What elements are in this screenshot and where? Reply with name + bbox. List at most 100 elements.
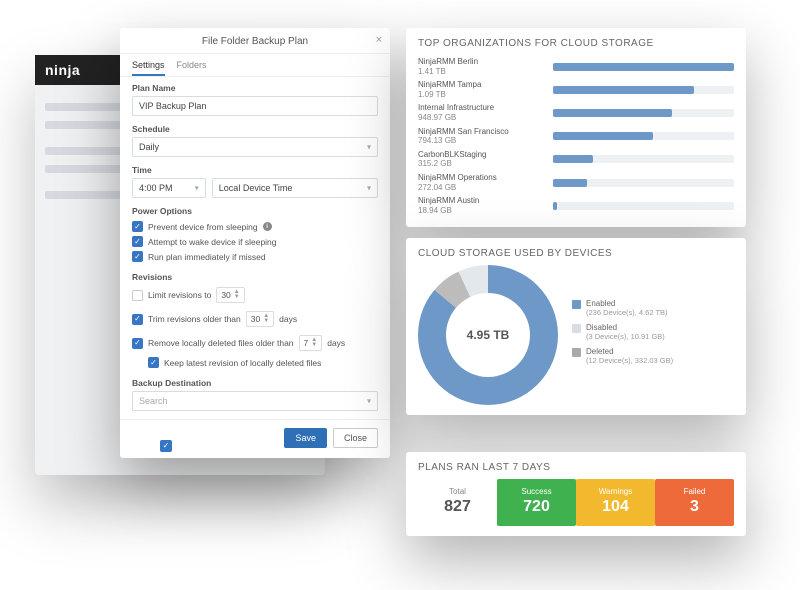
cloud-storage-title: CLOUD STORAGE USED BY DEVICES (418, 248, 734, 259)
save-button[interactable]: Save (284, 428, 327, 448)
modal-title-bar: File Folder Backup Plan × (120, 28, 390, 54)
keep-latest-checkbox[interactable]: ✓ (148, 357, 159, 368)
org-row: CarbonBLKStaging315.2 GB (418, 148, 734, 171)
wake-device-checkbox[interactable]: ✓ (132, 236, 143, 247)
info-icon[interactable]: i (263, 222, 272, 231)
org-bar (553, 202, 734, 210)
run-if-missed-checkbox[interactable]: ✓ (132, 251, 143, 262)
background-checkbox[interactable]: ✓ (160, 440, 172, 452)
org-bar (553, 155, 734, 163)
time-select[interactable]: 4:00 PM (132, 178, 206, 198)
top-orgs-panel: TOP ORGANIZATIONS FOR CLOUD STORAGE Ninj… (406, 28, 746, 227)
org-name: NinjaRMM Austin (418, 196, 543, 206)
wake-device-label: Attempt to wake device if sleeping (148, 237, 277, 247)
plan-cell-total: Total 827 (418, 479, 497, 526)
org-name: NinjaRMM Berlin (418, 57, 543, 67)
plans-ran-title: PLANS RAN LAST 7 DAYS (418, 462, 734, 473)
legend-detail: (12 Device(s), 332.03 GB) (586, 356, 673, 365)
cloud-storage-panel: CLOUD STORAGE USED BY DEVICES 4.95 TB En… (406, 238, 746, 415)
org-meta: NinjaRMM Berlin1.41 TB (418, 57, 543, 76)
org-name: NinjaRMM Operations (418, 173, 543, 183)
limit-revisions-label: Limit revisions to (148, 290, 211, 300)
trim-unit: days (279, 314, 297, 324)
plan-value: 104 (580, 498, 651, 516)
org-meta: NinjaRMM Austin18.94 GB (418, 196, 543, 215)
org-bar (553, 132, 734, 140)
chevron-updown-icon[interactable]: ▲▼ (311, 338, 317, 348)
trim-revisions-checkbox[interactable]: ✓ (132, 314, 143, 325)
plan-name-input[interactable] (132, 96, 378, 116)
org-size: 272.04 GB (418, 183, 543, 193)
org-meta: NinjaRMM Tampa1.09 TB (418, 80, 543, 99)
tab-folders[interactable]: Folders (177, 60, 207, 76)
limit-revisions-stepper[interactable]: 30 ▲▼ (216, 287, 244, 303)
remove-local-checkbox[interactable]: ✓ (132, 338, 143, 349)
plan-cell-warnings: Warnings 104 (576, 479, 655, 526)
tab-settings[interactable]: Settings (132, 60, 165, 76)
org-bar (553, 179, 734, 187)
plan-name-label: Plan Name (132, 83, 378, 93)
keep-latest-label: Keep latest revision of locally deleted … (164, 358, 321, 368)
plan-label: Success (501, 487, 572, 496)
prevent-sleep-label: Prevent device from sleeping (148, 222, 258, 232)
backup-plan-modal: File Folder Backup Plan × Settings Folde… (120, 28, 390, 458)
legend-label: Deleted (586, 347, 673, 356)
org-meta: Internal Infrastructure948.97 GB (418, 103, 543, 122)
org-bar (553, 63, 734, 71)
org-size: 948.97 GB (418, 113, 543, 123)
org-name: NinjaRMM Tampa (418, 80, 543, 90)
revisions-label: Revisions (132, 272, 378, 282)
destination-search[interactable]: Search (132, 391, 378, 411)
run-if-missed-label: Run plan immediately if missed (148, 252, 266, 262)
schedule-select[interactable]: Daily (132, 137, 378, 157)
plan-value: 827 (422, 498, 493, 516)
limit-revisions-checkbox[interactable]: ✓ (132, 290, 143, 301)
legend-swatch (572, 300, 581, 309)
trim-days-stepper[interactable]: 30 ▲▼ (246, 311, 274, 327)
power-options-label: Power Options (132, 206, 378, 216)
plan-value: 3 (659, 498, 730, 516)
org-size: 1.41 TB (418, 67, 543, 77)
timezone-select[interactable]: Local Device Time (212, 178, 378, 198)
legend-detail: (3 Device(s), 10.91 GB) (586, 332, 665, 341)
legend-item: Enabled(236 Device(s), 4.62 TB) (572, 299, 673, 317)
org-name: Internal Infrastructure (418, 103, 543, 113)
brand-logo: ninja (45, 62, 80, 78)
org-size: 315.2 GB (418, 159, 543, 169)
plan-label: Total (422, 487, 493, 496)
org-row: NinjaRMM San Francisco794.13 GB (418, 125, 734, 148)
trim-revisions-label: Trim revisions older than (148, 314, 241, 324)
modal-title: File Folder Backup Plan (202, 36, 308, 47)
close-button[interactable]: Close (333, 428, 378, 448)
org-size: 18.94 GB (418, 206, 543, 216)
prevent-sleep-checkbox[interactable]: ✓ (132, 221, 143, 232)
remove-local-label: Remove locally deleted files older than (148, 338, 294, 348)
plans-ran-panel: PLANS RAN LAST 7 DAYS Total 827 Success 720… (406, 452, 746, 536)
remove-local-days-stepper[interactable]: 7 ▲▼ (299, 335, 323, 351)
org-size: 1.09 TB (418, 90, 543, 100)
org-bar (553, 109, 734, 117)
org-row: Internal Infrastructure948.97 GB (418, 101, 734, 124)
plan-cell-success: Success 720 (497, 479, 576, 526)
org-meta: NinjaRMM San Francisco794.13 GB (418, 127, 543, 146)
donut-center-value: 4.95 TB (418, 265, 558, 405)
org-size: 794.13 GB (418, 136, 543, 146)
donut-legend: Enabled(236 Device(s), 4.62 TB) Disabled(… (572, 299, 673, 371)
org-row: NinjaRMM Operations272.04 GB (418, 171, 734, 194)
plan-value: 720 (501, 498, 572, 516)
plan-label: Warnings (580, 487, 651, 496)
org-bar (553, 86, 734, 94)
top-orgs-title: TOP ORGANIZATIONS FOR CLOUD STORAGE (418, 38, 734, 49)
org-meta: NinjaRMM Operations272.04 GB (418, 173, 543, 192)
plan-cell-failed: Failed 3 (655, 479, 734, 526)
org-row: NinjaRMM Austin18.94 GB (418, 194, 734, 217)
chevron-updown-icon[interactable]: ▲▼ (263, 314, 269, 324)
legend-item: Disabled(3 Device(s), 10.91 GB) (572, 323, 673, 341)
org-row: NinjaRMM Tampa1.09 TB (418, 78, 734, 101)
plan-label: Failed (659, 487, 730, 496)
org-name: CarbonBLKStaging (418, 150, 543, 160)
close-icon[interactable]: × (376, 34, 382, 46)
chevron-updown-icon[interactable]: ▲▼ (234, 290, 240, 300)
org-name: NinjaRMM San Francisco (418, 127, 543, 137)
org-row: NinjaRMM Berlin1.41 TB (418, 55, 734, 78)
